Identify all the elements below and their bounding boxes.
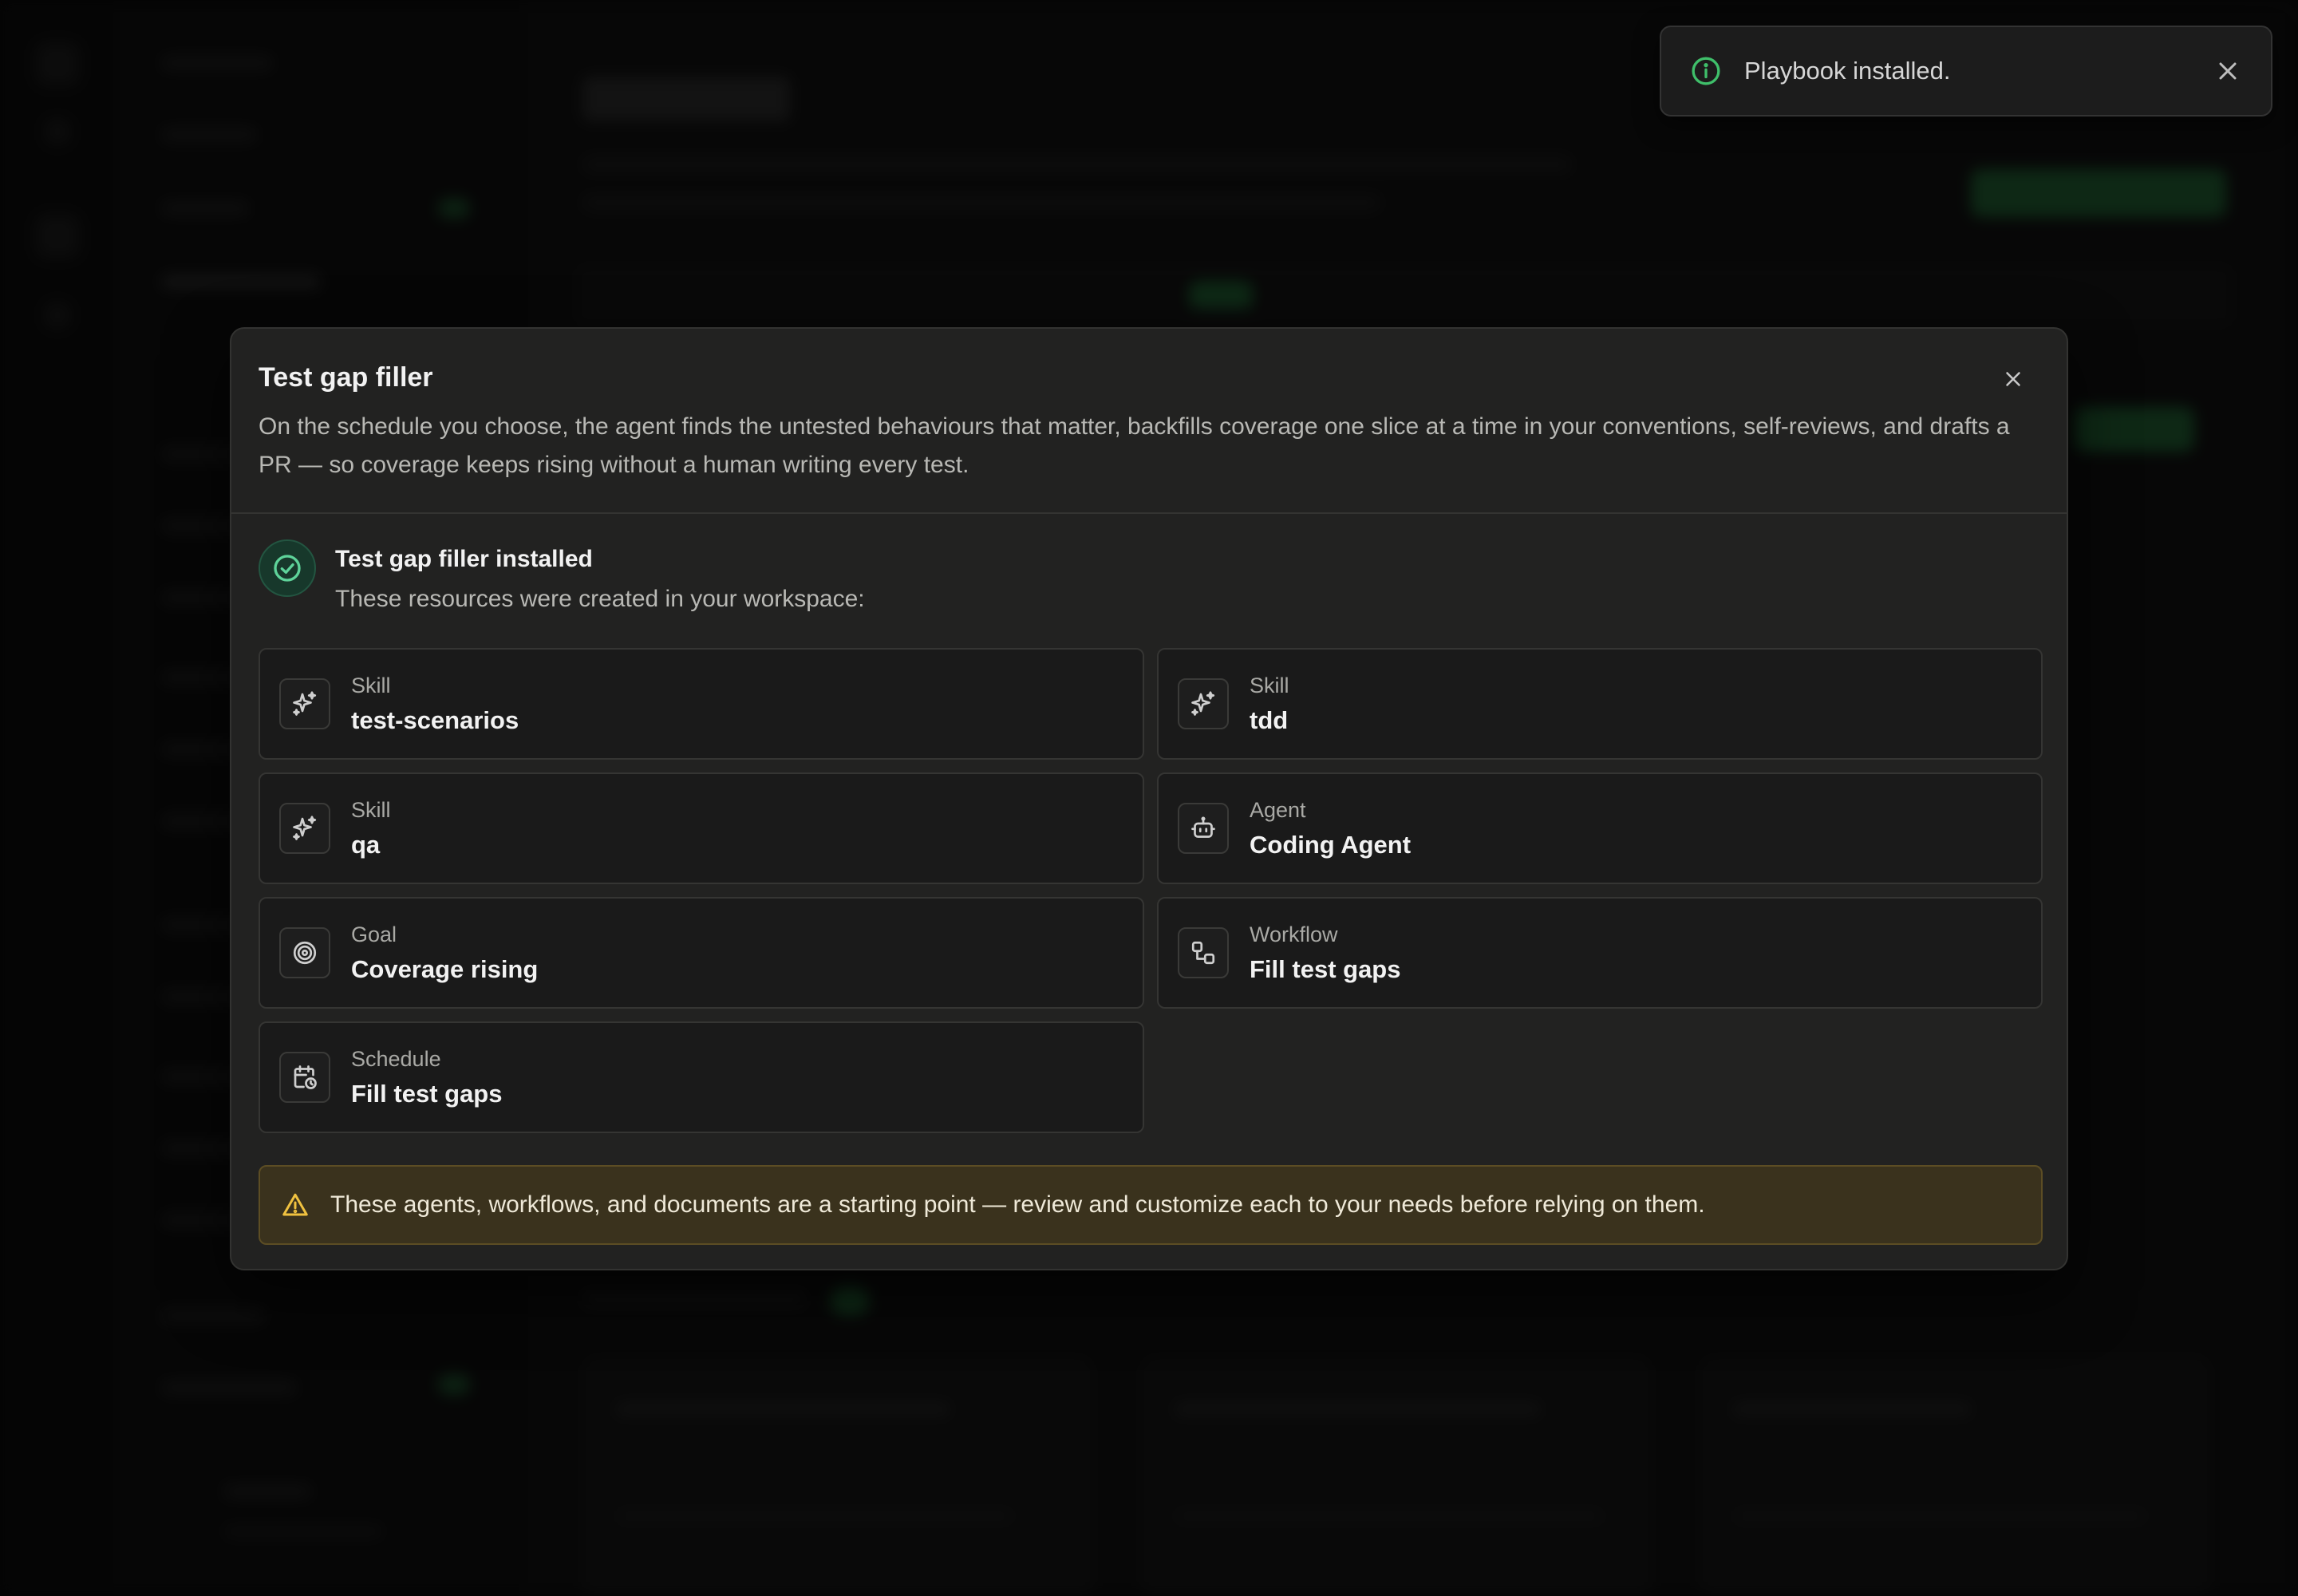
modal-title: Test gap filler [259, 362, 433, 393]
calendar-clock-icon [279, 1052, 330, 1103]
toast-message: Playbook installed. [1744, 57, 1951, 85]
resource-card[interactable]: Workflow Fill test gaps [1157, 897, 2043, 1009]
toast-notification: Playbook installed. [1660, 26, 2272, 117]
playbook-modal: Test gap filler On the schedule you choo… [230, 327, 2068, 1270]
sparkle-icon [1178, 678, 1229, 729]
info-circle-icon [1690, 55, 1722, 87]
modal-description: On the schedule you choose, the agent fi… [259, 413, 2010, 478]
resource-name: Fill test gaps [351, 1079, 503, 1108]
resource-type: Agent [1250, 797, 1306, 822]
resource-type: Skill [351, 673, 391, 697]
resource-card[interactable]: Schedule Fill test gaps [259, 1021, 1144, 1133]
success-title: Test gap filler installed [335, 546, 593, 572]
warning-triangle-icon [281, 1191, 310, 1219]
resource-type: Workflow [1250, 922, 1338, 946]
sparkle-icon [279, 678, 330, 729]
resource-type: Skill [1250, 673, 1289, 697]
resource-name: qa [351, 830, 381, 859]
resource-card[interactable]: Skill tdd [1157, 648, 2043, 760]
check-circle-icon [259, 539, 316, 597]
toast-close-icon[interactable] [2213, 57, 2242, 85]
resource-name: tdd [1250, 705, 1289, 734]
workflow-icon [1178, 927, 1229, 978]
modal-close-icon[interactable] [2001, 367, 2025, 391]
resource-type: Goal [351, 922, 397, 946]
resource-name: Fill test gaps [1250, 954, 1401, 983]
resource-name: test-scenarios [351, 705, 519, 734]
resource-card[interactable]: Skill qa [259, 772, 1144, 884]
warning-text: These agents, workflows, and documents a… [330, 1191, 1705, 1218]
resource-card[interactable]: Goal Coverage rising [259, 897, 1144, 1009]
resource-type: Schedule [351, 1046, 441, 1071]
app-stage: Playbook installed. Test gap filler On t… [0, 0, 2298, 1596]
sparkle-icon [279, 803, 330, 854]
resource-type: Skill [351, 797, 391, 822]
robot-icon [1178, 803, 1229, 854]
success-subtitle: These resources were created in your wor… [335, 586, 865, 612]
warning-banner: These agents, workflows, and documents a… [259, 1165, 2043, 1245]
resource-name: Coding Agent [1250, 830, 1412, 859]
install-success: Test gap filler installed These resource… [259, 539, 865, 613]
modal-header: Test gap filler On the schedule you choo… [231, 329, 2067, 514]
resource-card[interactable]: Agent Coding Agent [1157, 772, 2043, 884]
resource-card[interactable]: Skill test-scenarios [259, 648, 1144, 760]
target-icon [279, 927, 330, 978]
resource-name: Coverage rising [351, 954, 539, 983]
